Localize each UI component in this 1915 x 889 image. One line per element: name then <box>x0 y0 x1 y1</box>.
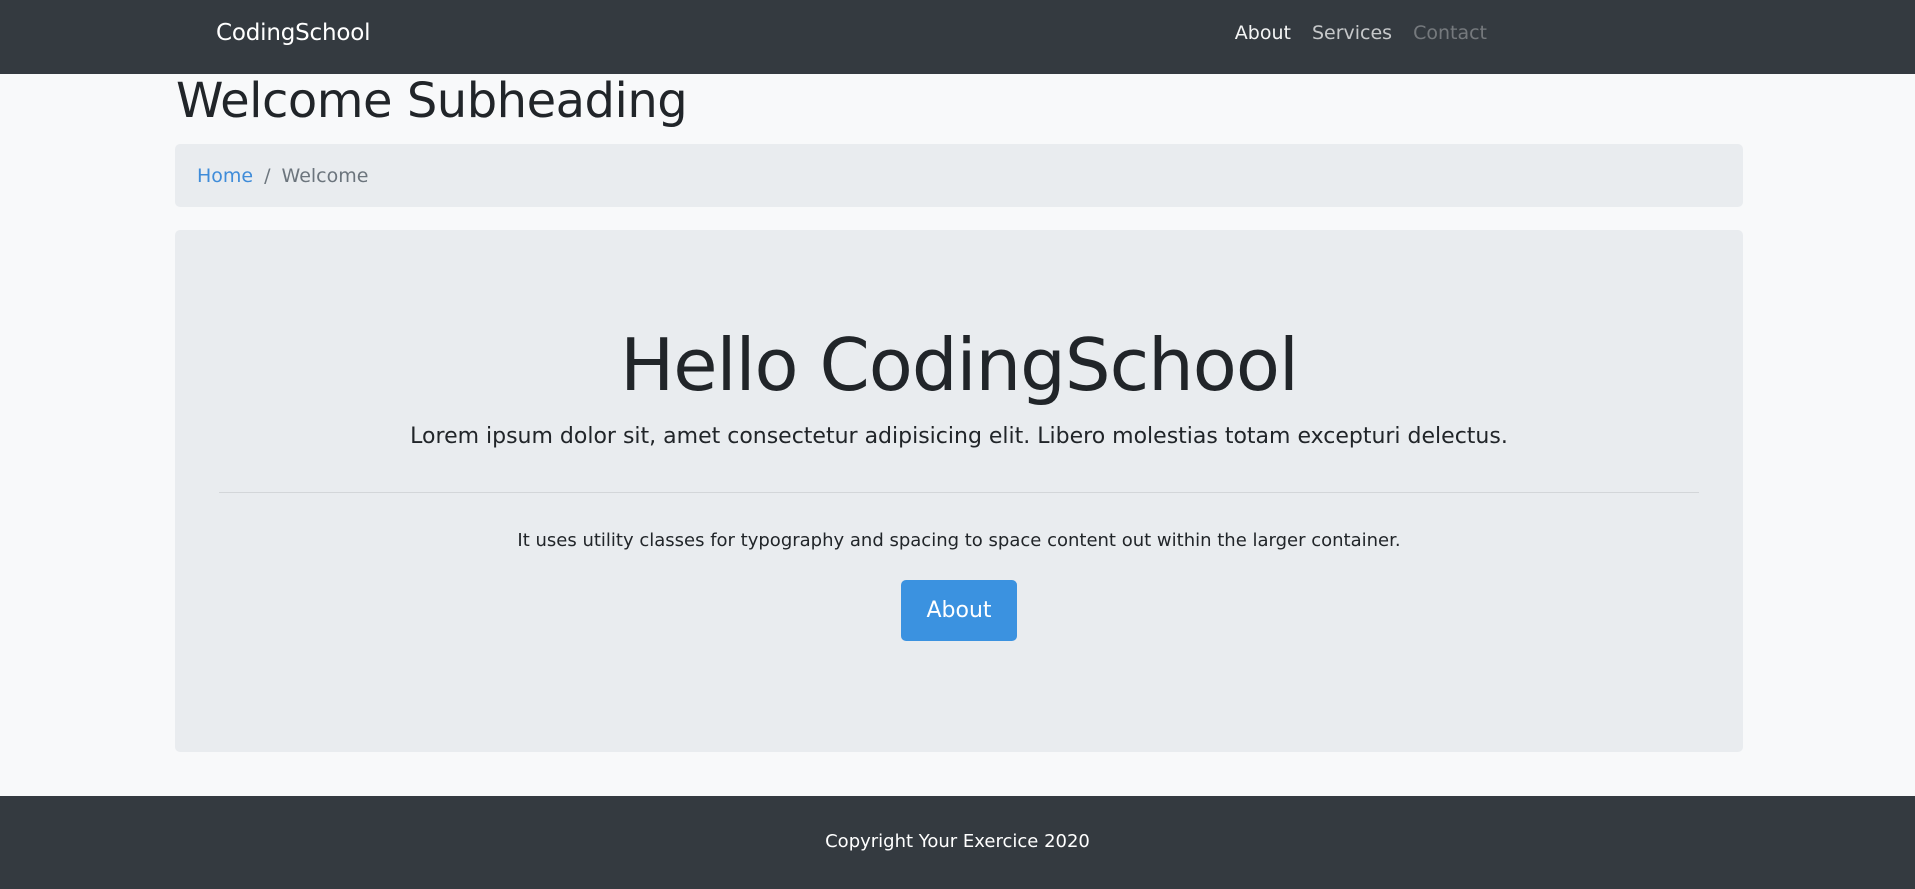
top-navbar: CodingSchool About Services Contact <box>0 0 1915 74</box>
jumbotron-body-text: It uses utility classes for typography a… <box>517 530 1401 551</box>
breadcrumb-home-link[interactable]: Home <box>197 165 253 187</box>
footer-copyright: Copyright Your Exercice 2020 <box>825 831 1090 852</box>
breadcrumb: Home / Welcome <box>175 144 1743 207</box>
breadcrumb-separator: / <box>264 164 271 187</box>
nav-links: About Services Contact <box>1235 22 1487 44</box>
breadcrumb-current: Welcome <box>281 164 369 187</box>
jumbotron-divider <box>219 492 1699 493</box>
brand-link[interactable]: CodingSchool <box>216 20 370 46</box>
nav-link-about[interactable]: About <box>1235 22 1291 44</box>
jumbotron-lead: Lorem ipsum dolor sit, amet consectetur … <box>410 424 1508 449</box>
nav-link-services[interactable]: Services <box>1312 22 1392 44</box>
jumbotron: Hello CodingSchool Lorem ipsum dolor sit… <box>175 230 1743 752</box>
nav-link-contact[interactable]: Contact <box>1413 22 1487 44</box>
footer: Copyright Your Exercice 2020 <box>0 796 1915 889</box>
page-subheading: Welcome Subheading <box>176 73 688 129</box>
about-button[interactable]: About <box>901 580 1017 641</box>
jumbotron-title: Hello CodingSchool <box>620 323 1299 407</box>
